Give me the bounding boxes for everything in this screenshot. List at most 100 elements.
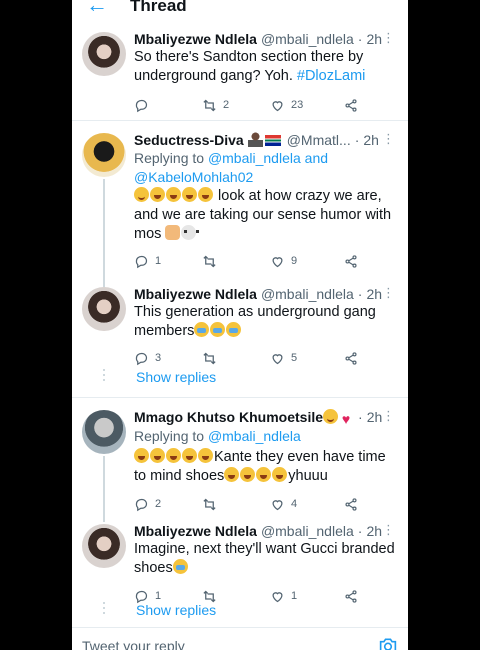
emoji-icon [166, 187, 181, 202]
tweet-header: Mbaliyezwe Ndlela @mbali_ndlela · 2h [134, 30, 398, 48]
more-options-icon[interactable]: ⋮ [382, 522, 395, 538]
like-button[interactable]: 9 [270, 254, 344, 269]
reply-tweet[interactable]: Mbaliyezwe Ndlela @mbali_ndlela · 2h ⋮ I… [72, 518, 408, 628]
more-options-icon[interactable]: ⋮ [382, 131, 395, 147]
reply-button[interactable]: 2 [134, 497, 202, 512]
heart-icon [272, 499, 283, 510]
share-icon [345, 497, 357, 511]
tweet-text: So there's Sandton section there by unde… [134, 48, 398, 86]
reply-count: 3 [155, 352, 162, 364]
like-button[interactable]: 5 [270, 351, 344, 366]
crying-emoji-icon [226, 322, 242, 337]
retweet-button[interactable] [202, 497, 270, 512]
reply-tweet[interactable]: Mbaliyezwe Ndlela @mbali_ndlela · 2h ⋮ T… [72, 281, 408, 397]
timestamp: 2h [366, 409, 383, 425]
emoji-icon [166, 448, 181, 463]
like-button[interactable]: 4 [270, 497, 344, 512]
thread-line [103, 179, 105, 287]
reply-composer[interactable]: Tweet your reply [72, 627, 408, 650]
tweet-header: Seductress-Diva @Mmatl... · 2h [134, 131, 398, 149]
mention-link[interactable]: @KabeloMohlah02 [134, 169, 253, 185]
thread-line [103, 456, 105, 522]
reply-icon [135, 255, 148, 268]
crying-emoji-icon [194, 322, 210, 337]
heart-icon [272, 353, 283, 364]
share-icon [345, 589, 357, 603]
hashtag-link[interactable]: #DlozLami [297, 68, 366, 84]
separator-dot: · [354, 132, 360, 148]
share-button[interactable] [344, 589, 364, 604]
avatar[interactable] [82, 287, 126, 331]
share-button[interactable] [344, 497, 364, 512]
share-button[interactable] [344, 351, 364, 366]
share-button[interactable] [344, 98, 364, 113]
arrow-left-icon[interactable]: ← [86, 0, 108, 16]
reply-count: 2 [155, 498, 162, 510]
camera-icon[interactable] [378, 636, 398, 650]
reply-tweet[interactable]: Mmago Khutso Khumoetsile ♥ · 2h ⋮ Replyi… [72, 398, 408, 522]
emoji-icon [150, 187, 165, 202]
reply-input-placeholder[interactable]: Tweet your reply [82, 638, 185, 650]
emoji-icon [198, 187, 213, 202]
reply-count: 1 [155, 590, 162, 602]
red-heart-icon: ♥ [341, 411, 351, 427]
user-handle[interactable]: @mbali_ndlela [261, 522, 354, 540]
tweet-text-content: Imagine, next they'll want Gucci branded… [134, 541, 395, 576]
emoji-icon [134, 448, 149, 463]
technologist-emoji-icon [247, 132, 263, 147]
avatar[interactable] [82, 524, 126, 568]
emoji-icon [150, 448, 165, 463]
crying-emoji-icon [210, 322, 226, 337]
retweet-icon [203, 99, 216, 111]
share-icon [345, 351, 357, 365]
reply-icon [135, 352, 148, 365]
reply-button[interactable]: 1 [134, 254, 202, 269]
reply-count: 1 [155, 255, 162, 267]
user-handle[interactable]: @mbali_ndlela [261, 285, 354, 303]
more-options-icon[interactable]: ⋮ [382, 30, 395, 46]
display-name[interactable]: Mbaliyezwe Ndlela [134, 285, 257, 303]
more-options-icon[interactable]: ⋮ [382, 408, 395, 424]
display-name[interactable]: Seductress-Diva [134, 131, 244, 149]
heart-icon [272, 591, 283, 602]
reply-tweet[interactable]: Seductress-Diva @Mmatl... · 2h ⋮ Replyin… [72, 121, 408, 287]
mention-link[interactable]: @mbali_ndlela [208, 150, 301, 166]
avatar[interactable] [82, 133, 126, 177]
display-name[interactable]: Mbaliyezwe Ndlela [134, 522, 257, 540]
tweet-actions: 2 4 [134, 494, 398, 514]
reply-button[interactable] [134, 98, 202, 113]
more-options-icon[interactable]: ⋮ [382, 285, 395, 301]
user-handle[interactable]: @mbali_ndlela [261, 30, 354, 48]
emoji-icon [182, 448, 197, 463]
like-button[interactable]: 1 [270, 589, 344, 604]
avatar[interactable] [82, 32, 126, 76]
heart-icon [272, 100, 283, 111]
separator-dot: · [357, 31, 363, 47]
avatar[interactable] [82, 410, 126, 454]
retweet-button[interactable] [202, 254, 270, 269]
tweet-main[interactable]: Mbaliyezwe Ndlela @mbali_ndlela · 2h ⋮ S… [72, 22, 408, 120]
like-count: 9 [291, 255, 298, 267]
retweet-button[interactable]: 2 [202, 98, 270, 113]
emoji-icon [240, 467, 256, 482]
replying-to-label: Replying to [134, 150, 208, 166]
emoji-icon [134, 187, 149, 202]
show-replies-link[interactable]: Show replies [72, 369, 216, 385]
mention-link[interactable]: @mbali_ndlela [208, 428, 301, 444]
reply-button[interactable]: 3 [134, 351, 202, 366]
display-name[interactable]: Mmago Khutso Khumoetsile [134, 408, 323, 426]
show-replies-link[interactable]: Show replies [72, 602, 216, 618]
retweet-button[interactable] [202, 351, 270, 366]
reply-icon [135, 99, 148, 112]
like-button[interactable]: 23 [270, 98, 344, 113]
page-title: Thread [130, 0, 187, 15]
share-button[interactable] [344, 254, 364, 269]
retweet-icon [203, 255, 216, 267]
name-emojis [247, 131, 283, 149]
timestamp: 2h [366, 286, 383, 302]
tweet-actions: 3 5 [134, 348, 398, 368]
display-name[interactable]: Mbaliyezwe Ndlela [134, 30, 257, 48]
separator-dot: · [357, 286, 363, 302]
like-count: 1 [291, 590, 298, 602]
user-handle[interactable]: @Mmatl... [287, 131, 351, 149]
